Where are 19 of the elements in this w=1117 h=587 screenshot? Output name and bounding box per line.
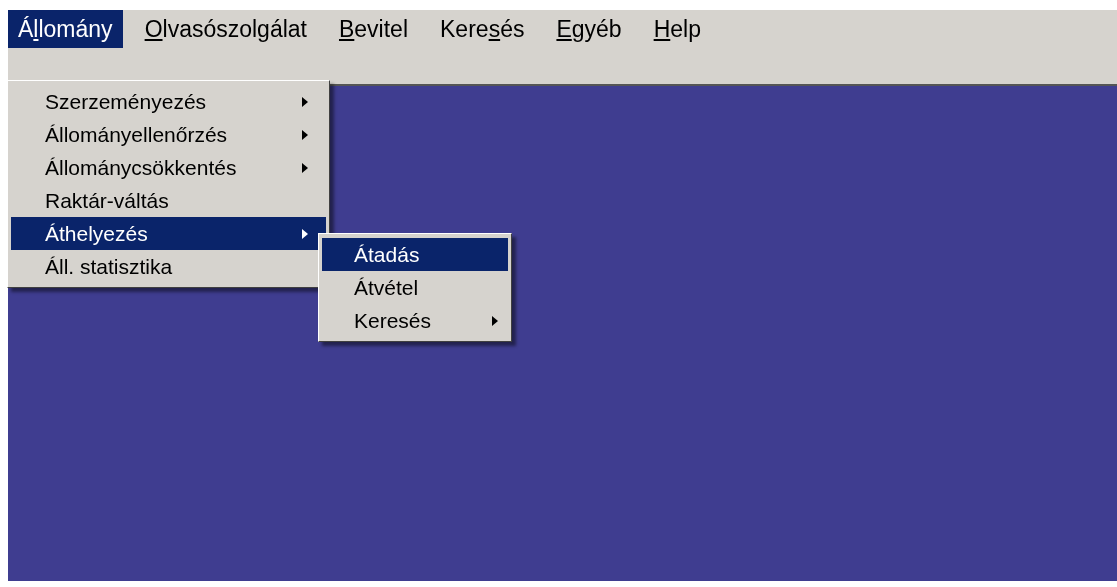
- menu-item[interactable]: Egyéb: [546, 10, 632, 48]
- menu-item[interactable]: Átadás: [322, 238, 508, 271]
- menu-item[interactable]: Olvasószolgálat: [134, 10, 317, 48]
- menu-item[interactable]: Keresés: [322, 304, 508, 337]
- menu-item[interactable]: Állománycsökkentés: [11, 151, 326, 184]
- menu-item[interactable]: Szerzeményezés: [11, 85, 326, 118]
- menu-item[interactable]: Bevitel: [329, 10, 419, 48]
- submenu-arrow-icon: [302, 162, 308, 173]
- menu-item[interactable]: Állomány: [8, 10, 123, 48]
- submenu-arrow-icon: [302, 129, 308, 140]
- submenu-arrow-icon: [302, 228, 308, 239]
- submenu-arrow-icon: [492, 315, 498, 326]
- menu-item[interactable]: Állományellenőrzés: [11, 118, 326, 151]
- menu-item[interactable]: Áthelyezés: [11, 217, 326, 250]
- menu-item[interactable]: Raktár-váltás: [11, 184, 326, 217]
- menu-item[interactable]: Keresés: [430, 10, 535, 48]
- submenu-arrow-icon: [302, 96, 308, 107]
- menu-item[interactable]: Help: [643, 10, 711, 48]
- menu-item[interactable]: Átvétel: [322, 271, 508, 304]
